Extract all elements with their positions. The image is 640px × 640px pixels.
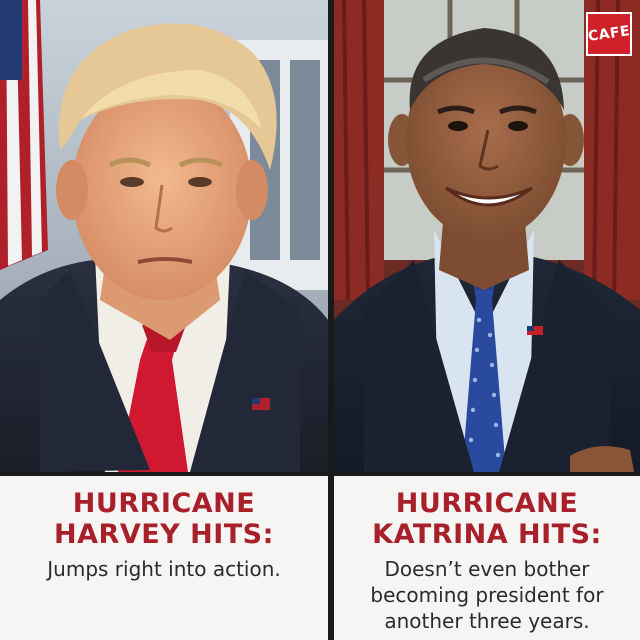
left-portrait-photo [0, 0, 328, 472]
right-portrait-photo: CAFE [334, 0, 640, 472]
right-subtext: Doesn’t even bother becoming president f… [334, 556, 640, 634]
cafe-logo: CAFE [586, 12, 632, 56]
left-headline-line2: HARVEY HITS: [54, 519, 274, 550]
left-subtext: Jumps right into action. [0, 556, 328, 582]
cafe-logo-text: CAFE [586, 23, 632, 45]
left-caption: HURRICANE HARVEY HITS: Jumps right into … [0, 476, 328, 640]
right-subtext-line: Doesn’t even bother [384, 557, 590, 581]
right-caption: HURRICANE KATRINA HITS: Doesn’t even bot… [334, 476, 640, 640]
right-headline-line1: HURRICANE [395, 488, 579, 519]
left-headline: HURRICANE HARVEY HITS: [0, 488, 328, 550]
right-headline-line2: KATRINA HITS: [372, 519, 602, 550]
left-subtext-line: Jumps right into action. [47, 557, 281, 581]
left-headline-line1: HURRICANE [72, 488, 256, 519]
right-subtext-line: becoming president for [370, 583, 604, 607]
right-subtext-line: another three years. [384, 609, 590, 633]
right-headline: HURRICANE KATRINA HITS: [334, 488, 640, 550]
